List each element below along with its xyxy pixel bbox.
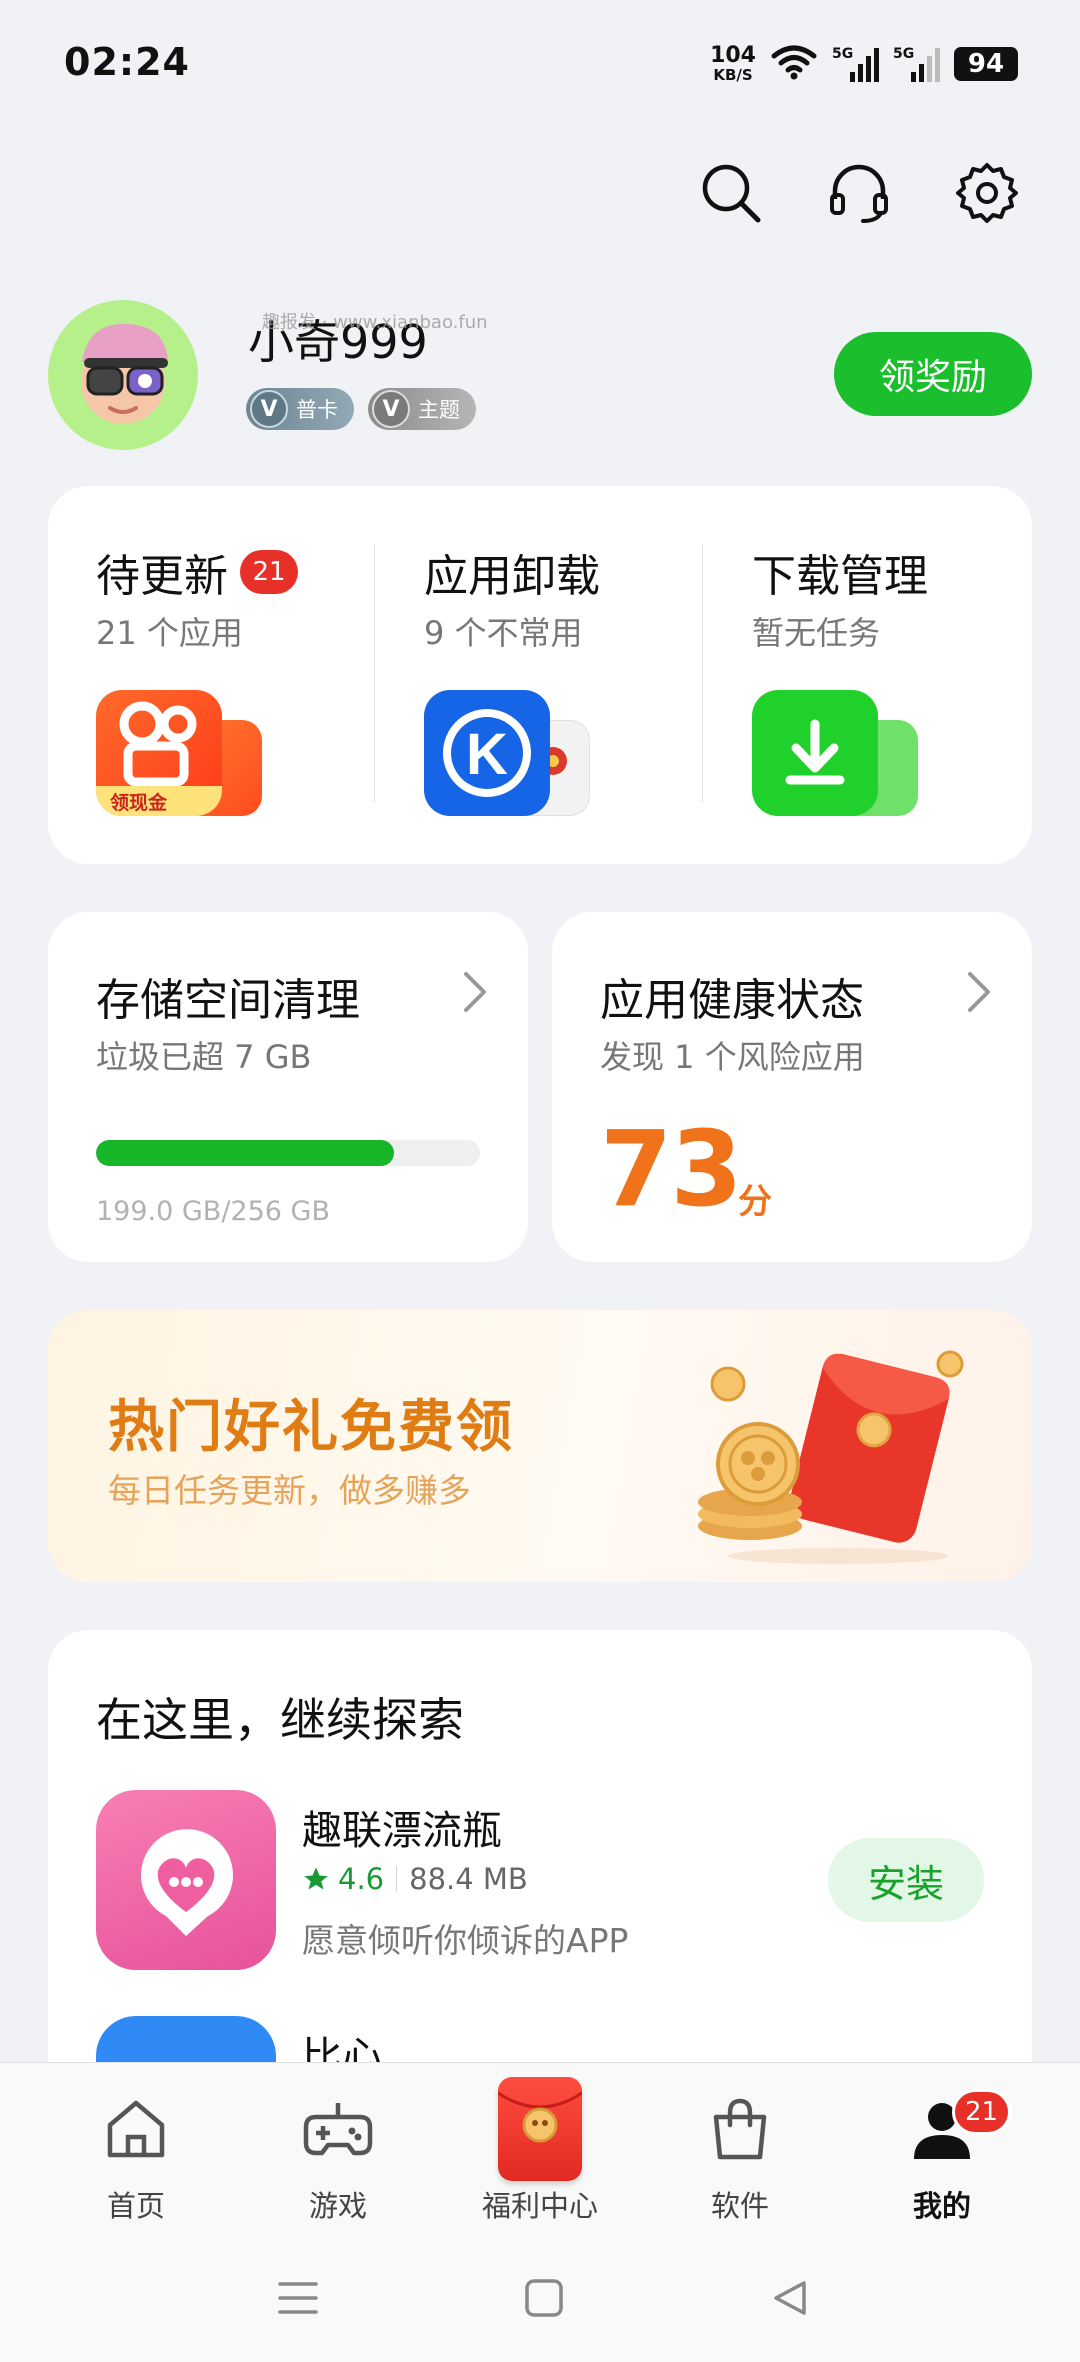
storage-progress-bar	[96, 1140, 480, 1166]
divider	[374, 544, 375, 802]
storage-subtitle: 垃圾已超 7 GB	[96, 1038, 312, 1076]
mine-notification-badge: 21	[952, 2089, 1012, 2135]
network-speed-unit: KB/S	[713, 66, 753, 84]
quick-actions-card: 待更新 21 21 个应用 领现金 应用卸载 9 个不常用 K 下载管理 暂无任…	[48, 486, 1032, 864]
network-speed: 104 KB/S	[710, 43, 756, 84]
settings-button[interactable]	[954, 160, 1020, 226]
gift-banner[interactable]: 热门好礼免费领 每日任务更新，做多赚多	[48, 1310, 1032, 1582]
star-icon	[304, 1867, 328, 1890]
storage-progress-fill	[96, 1140, 395, 1166]
status-indicators: 104 KB/S 5G 5G 94	[710, 44, 1018, 84]
download-icon	[752, 690, 878, 816]
signal-2-label: 5G	[893, 46, 915, 62]
storage-usage-text: 199.0 GB/256 GB	[96, 1196, 330, 1227]
red-envelope-icon	[497, 2077, 583, 2181]
battery-indicator: 94	[954, 47, 1018, 81]
banner-title: 热门好礼免费领	[108, 1395, 514, 1460]
nav-software-label: 软件	[710, 2189, 769, 2223]
nav-software[interactable]: 软件	[650, 2089, 830, 2249]
app-size: 88.4 MB	[409, 1862, 528, 1896]
system-navigation-bar	[0, 2248, 1080, 2348]
download-manager-subtitle: 暂无任务	[752, 614, 881, 652]
back-button[interactable]	[758, 2266, 822, 2330]
headset-icon	[830, 164, 888, 223]
back-triangle-icon	[774, 2281, 806, 2315]
gamepad-icon	[298, 2089, 378, 2169]
status-time: 02:24	[64, 40, 190, 84]
theme-badge-label: 主题	[418, 398, 460, 422]
nav-games-label: 游戏	[308, 2189, 367, 2223]
chevron-right-icon	[464, 972, 486, 1012]
install-button[interactable]: 安装	[828, 1838, 984, 1922]
storage-cleanup-card[interactable]: 存储空间清理 垃圾已超 7 GB 199.0 GB/256 GB	[48, 912, 528, 1262]
app-meta: 4.6 88.4 MB	[302, 1862, 528, 1896]
red-envelope-shape	[497, 2077, 583, 2181]
customer-service-button[interactable]	[826, 160, 892, 226]
menu-button[interactable]	[266, 2266, 330, 2330]
home-button[interactable]	[512, 2266, 576, 2330]
watermark: 趣报发 · www.xianbao.fun	[262, 312, 488, 333]
status-bar: 02:24 104 KB/S 5G 5G 94	[0, 0, 1080, 120]
banner-subtitle: 每日任务更新，做多赚多	[108, 1471, 471, 1510]
app-description: 愿意倾听你倾诉的APP	[302, 1921, 629, 1960]
qulian-app-icon[interactable]	[96, 1790, 276, 1970]
health-title: 应用健康状态	[600, 975, 864, 1026]
pending-updates-entry[interactable]: 待更新 21 21 个应用 领现金	[48, 486, 376, 864]
shopping-bag-icon	[700, 2089, 780, 2169]
health-subtitle: 发现 1 个风险应用	[600, 1038, 865, 1076]
download-manager-entry[interactable]: 下载管理 暂无任务	[704, 486, 1032, 864]
kugou-icon: K	[424, 690, 550, 816]
card-level-badge[interactable]: V 普卡	[246, 388, 354, 430]
network-speed-value: 104	[710, 43, 756, 68]
updates-count-badge: 21	[240, 550, 298, 594]
search-icon	[702, 164, 761, 223]
storage-title: 存储空间清理	[96, 975, 360, 1026]
square-icon	[525, 2279, 563, 2317]
divider	[702, 544, 703, 802]
pending-updates-title: 待更新 21	[96, 540, 298, 604]
search-button[interactable]	[698, 160, 764, 226]
health-score: 73	[600, 1108, 743, 1230]
theme-vip-icon: V	[372, 390, 410, 428]
card-level-label: 普卡	[296, 398, 338, 422]
gear-icon	[956, 163, 1018, 223]
svg-text:K: K	[466, 722, 508, 787]
nav-home[interactable]: 首页	[46, 2089, 226, 2249]
nav-games[interactable]: 游戏	[248, 2089, 428, 2249]
signal-1-label: 5G	[832, 46, 854, 62]
cellular-signal-2-icon: 5G	[893, 46, 940, 82]
uninstall-apps-title: 应用卸载	[424, 551, 600, 602]
pending-updates-subtitle: 21 个应用	[96, 614, 243, 652]
app-health-card[interactable]: 应用健康状态 发现 1 个风险应用 73 分	[552, 912, 1032, 1262]
red-envelope-coins-illustration	[698, 1350, 964, 1564]
pending-updates-label: 待更新	[96, 551, 228, 602]
avatar[interactable]	[48, 300, 198, 450]
home-icon	[96, 2089, 176, 2169]
kuaishou-icon-caption: 领现金	[110, 792, 168, 814]
cellular-signal-1-icon: 5G	[832, 46, 879, 82]
nav-welfare[interactable]: 福利中心	[450, 2077, 630, 2249]
theme-badge[interactable]: V 主题	[368, 388, 476, 430]
top-actions	[698, 160, 1020, 226]
health-score-unit: 分	[738, 1182, 772, 1222]
wifi-icon	[770, 44, 818, 84]
nav-mine[interactable]: 我的 21	[852, 2089, 1032, 2249]
chevron-right-icon	[968, 972, 990, 1012]
app-rating-value: 4.6	[338, 1862, 385, 1896]
explore-title: 在这里，继续探索	[96, 1693, 464, 1747]
kuaishou-icon: 领现金	[96, 690, 222, 816]
app-name[interactable]: 趣联漂流瓶	[302, 1798, 502, 1856]
claim-reward-button[interactable]: 领奖励	[834, 332, 1032, 416]
nav-home-label: 首页	[106, 2189, 165, 2223]
nav-mine-label: 我的	[912, 2189, 971, 2223]
meta-separator	[396, 1866, 398, 1892]
vip-icon: V	[250, 390, 288, 428]
membership-badges: V 普卡 V 主题	[246, 388, 476, 430]
download-manager-title: 下载管理	[752, 551, 928, 602]
uninstall-apps-subtitle: 9 个不常用	[424, 614, 583, 652]
uninstall-apps-entry[interactable]: 应用卸载 9 个不常用 K	[376, 486, 704, 864]
app-rating: 4.6	[302, 1862, 384, 1896]
nav-welfare-label: 福利中心	[481, 2189, 598, 2223]
menu-icon	[278, 2282, 318, 2314]
